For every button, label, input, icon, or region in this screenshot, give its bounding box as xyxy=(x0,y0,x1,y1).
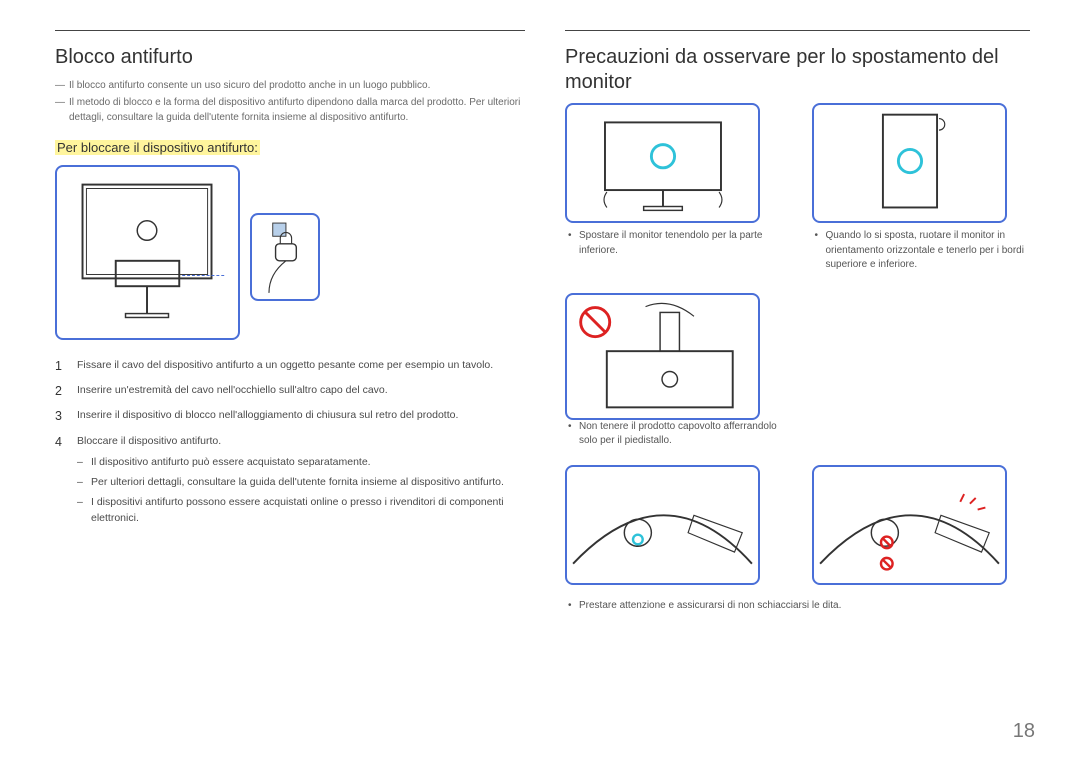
step-item: Inserire un'estremità del cavo nell'occh… xyxy=(55,383,525,398)
substeps-list: Il dispositivo antifurto può essere acqu… xyxy=(77,455,525,526)
figure-do-not-hold-stand xyxy=(565,293,760,420)
figure-lock-closeup xyxy=(250,213,320,301)
steps-list: Fissare il cavo del dispositivo antifurt… xyxy=(55,358,525,526)
section-heading-precautions: Precauzioni da osservare per lo spostame… xyxy=(565,45,1030,95)
caption: Prestare attenzione e assicurarsi di non… xyxy=(565,599,1030,614)
left-column: Blocco antifurto Il blocco antifurto con… xyxy=(55,30,525,625)
note-list: Il blocco antifurto consente un uso sicu… xyxy=(55,78,525,125)
step-item: Fissare il cavo del dispositivo antifurt… xyxy=(55,358,525,373)
caption-text: Prestare attenzione e assicurarsi di non… xyxy=(565,599,1030,614)
figure-row-middle: Non tenere il prodotto capovolto afferra… xyxy=(565,293,1030,461)
note-item: Il metodo di blocco e la forma del dispo… xyxy=(55,95,525,125)
figure-finger-warning xyxy=(812,465,1007,585)
figure-row-antitheft xyxy=(55,165,525,340)
caption-text: Spostare il monitor tenendolo per la par… xyxy=(565,229,784,258)
caption: Quando lo si sposta, ruotare il monitor … xyxy=(812,229,1031,273)
section-rule xyxy=(565,30,1030,31)
figure-monitor-rear-lock xyxy=(55,165,240,340)
caption-text: Quando lo si sposta, ruotare il monitor … xyxy=(812,229,1031,273)
substep-item: Il dispositivo antifurto può essere acqu… xyxy=(77,455,525,470)
figure-rotate-horizontal xyxy=(812,103,1007,223)
step-item: Bloccare il dispositivo antifurto. Il di… xyxy=(55,434,525,526)
figure-row-bottom xyxy=(565,465,1030,591)
figure-row-top: Spostare il monitor tenendolo per la par… xyxy=(565,103,1030,285)
right-column: Precauzioni da osservare per lo spostame… xyxy=(565,30,1030,625)
figure-finger-ok xyxy=(565,465,760,585)
substep-item: Per ulteriori dettagli, consultare la gu… xyxy=(77,475,525,490)
note-item: Il blocco antifurto consente un uso sicu… xyxy=(55,78,525,93)
page-number: 18 xyxy=(1013,720,1035,743)
figure-hold-bottom xyxy=(565,103,760,223)
section-heading-antitheft: Blocco antifurto xyxy=(55,45,525,70)
caption: Non tenere il prodotto capovolto afferra… xyxy=(565,420,784,449)
section-rule xyxy=(55,30,525,31)
caption-text: Non tenere il prodotto capovolto afferra… xyxy=(565,420,784,449)
step-item: Inserire il dispositivo di blocco nell'a… xyxy=(55,408,525,423)
substep-item: I dispositivi antifurto possono essere a… xyxy=(77,495,525,525)
subheading-highlighted: Per bloccare il dispositivo antifurto: xyxy=(55,140,260,155)
caption: Spostare il monitor tenendolo per la par… xyxy=(565,229,784,258)
